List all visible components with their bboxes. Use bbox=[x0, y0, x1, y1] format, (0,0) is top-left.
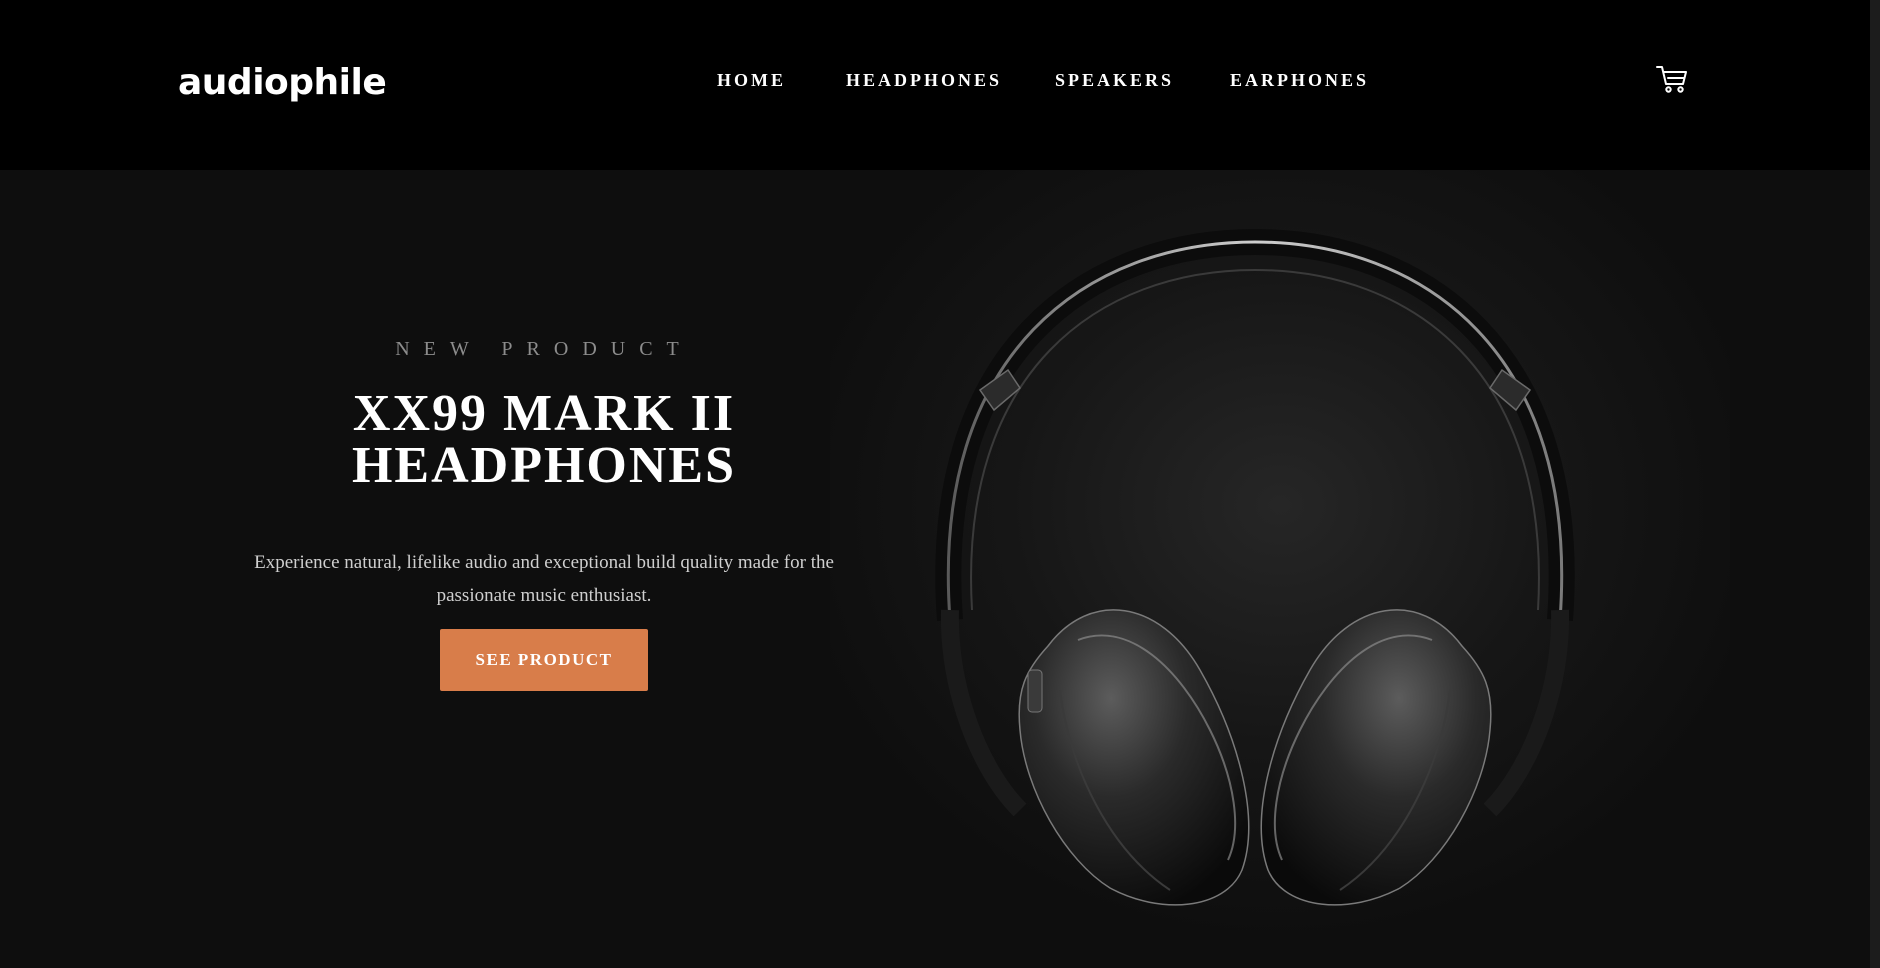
hero-title: XX99 MARK II HEADPHONES bbox=[244, 388, 844, 492]
nav-link-headphones[interactable]: HEADPHONES bbox=[846, 68, 1002, 92]
site-header: audiophile HOME HEADPHONES SPEAKERS EARP… bbox=[0, 0, 1870, 170]
hero-section: NEW PRODUCT XX99 MARK II HEADPHONES Expe… bbox=[0, 170, 1870, 968]
hero-title-line-2: HEADPHONES bbox=[351, 437, 737, 494]
cart-icon[interactable] bbox=[1656, 64, 1688, 94]
see-product-button[interactable]: SEE PRODUCT bbox=[440, 629, 648, 691]
logo[interactable]: audiophile bbox=[178, 58, 387, 108]
new-product-label: NEW PRODUCT bbox=[395, 338, 693, 360]
hero-title-line-1: XX99 MARK II bbox=[352, 385, 736, 442]
nav-link-home[interactable]: HOME bbox=[717, 68, 786, 92]
nav-link-speakers[interactable]: SPEAKERS bbox=[1055, 68, 1174, 92]
hero-description: Experience natural, lifelike audio and e… bbox=[254, 552, 834, 606]
page-edge bbox=[1870, 0, 1880, 968]
nav-link-earphones[interactable]: EARPHONES bbox=[1230, 68, 1369, 92]
headphones-image bbox=[830, 170, 1730, 968]
